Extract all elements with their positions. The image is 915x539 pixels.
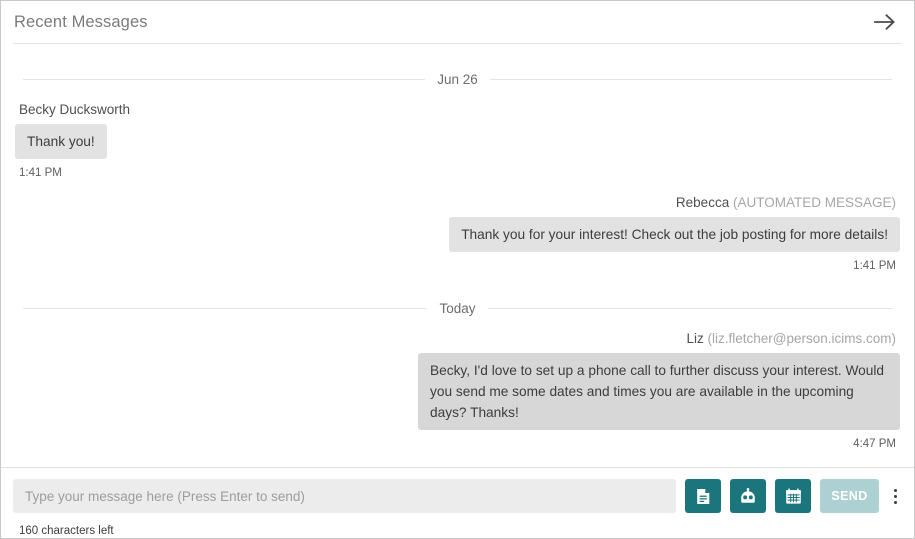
page-title: Recent Messages: [14, 12, 148, 31]
day-divider-label: Jun 26: [437, 72, 478, 87]
message-bubble: Becky, I'd love to set up a phone call t…: [418, 353, 900, 430]
message-sender: Rebecca (AUTOMATED MESSAGE): [19, 194, 896, 211]
message-item: Rebecca (AUTOMATED MESSAGE) Thank you fo…: [15, 194, 900, 273]
message-item: Becky Ducksworth Thank you! 1:41 PM: [15, 101, 900, 180]
message-composer: SEND 160 characters left: [1, 467, 914, 538]
message-sender-name: Becky Ducksworth: [19, 102, 131, 117]
send-button[interactable]: SEND: [820, 479, 879, 513]
robot-icon: [738, 487, 758, 505]
template-icon-button[interactable]: [685, 479, 721, 513]
message-bubble: Thank you!: [15, 124, 107, 159]
conversation-list: Jun 26 Becky Ducksworth Thank you! 1:41 …: [1, 44, 914, 467]
kebab-menu-icon[interactable]: [888, 479, 902, 513]
calendar-icon: [785, 488, 802, 505]
robot-icon-button[interactable]: [730, 479, 766, 513]
kebab-dot: [893, 488, 897, 492]
document-icon: [696, 488, 711, 505]
divider-line-right: [489, 79, 893, 80]
day-divider-label: Today: [439, 301, 476, 316]
message-timestamp: 4:47 PM: [853, 438, 896, 450]
arrow-right-icon[interactable]: [870, 7, 900, 37]
day-divider: Today: [23, 301, 892, 316]
message-sender-meta: (AUTOMATED MESSAGE): [732, 195, 896, 210]
divider-line-left: [23, 308, 428, 309]
message-item: Liz (liz.fletcher@person.icims.com) Beck…: [15, 330, 900, 451]
recent-messages-panel: Recent Messages Jun 26 Becky Ducksworth …: [0, 0, 915, 539]
message-bubble: Thank you for your interest! Check out t…: [449, 217, 900, 252]
composer-row: SEND: [13, 479, 902, 513]
message-sender: Liz (liz.fletcher@person.icims.com): [19, 330, 896, 347]
divider-line-right: [487, 308, 892, 309]
kebab-dot: [893, 500, 897, 504]
calendar-icon-button[interactable]: [775, 479, 811, 513]
message-sender-meta: (liz.fletcher@person.icims.com): [707, 331, 897, 346]
message-sender-name: Rebecca: [675, 195, 730, 210]
divider-line-left: [23, 79, 426, 80]
day-divider: Jun 26: [23, 72, 893, 87]
message-input[interactable]: [13, 479, 676, 513]
message-timestamp: 1:41 PM: [19, 167, 62, 179]
kebab-dot: [893, 494, 897, 498]
message-timestamp: 1:41 PM: [853, 260, 896, 272]
message-sender: Becky Ducksworth: [19, 101, 896, 118]
message-sender-name: Liz: [686, 331, 704, 346]
character-counter: 160 characters left: [19, 525, 114, 537]
panel-header: Recent Messages: [1, 1, 914, 43]
